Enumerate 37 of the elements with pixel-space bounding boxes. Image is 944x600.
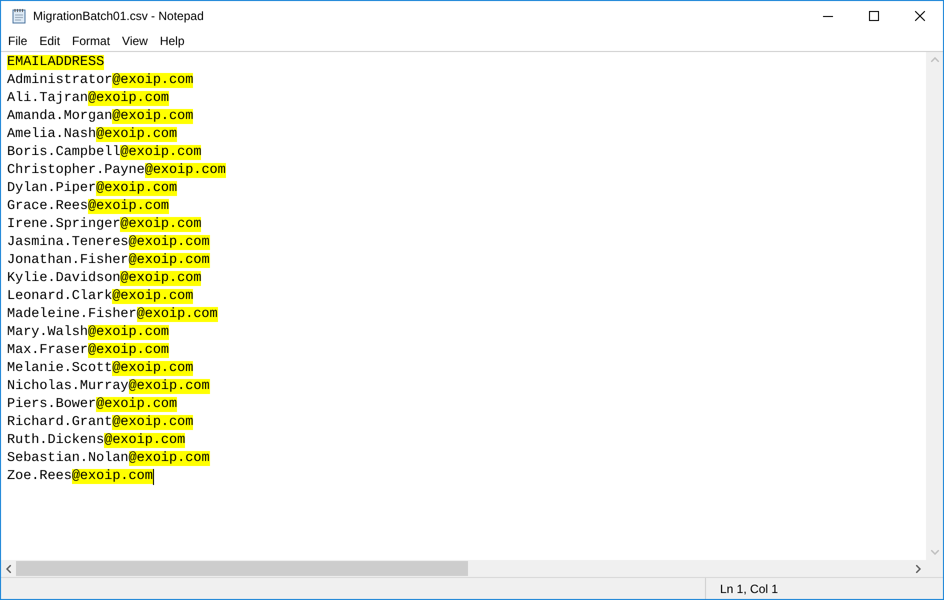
text-line: Melanie.Scott@exoip.com	[7, 360, 194, 378]
text-line: Piers.Bower@exoip.com	[7, 396, 178, 414]
text-line: Ali.Tajran@exoip.com	[7, 90, 170, 108]
text-line: Kylie.Davidson@exoip.com	[7, 270, 202, 288]
text-line: Amanda.Morgan@exoip.com	[7, 108, 194, 126]
close-icon	[915, 11, 925, 21]
scrollbar-thumb[interactable]	[16, 561, 468, 576]
text-line: Administrator@exoip.com	[7, 72, 194, 90]
window-title: MigrationBatch01.csv - Notepad	[33, 8, 204, 25]
scroll-left-icon[interactable]	[6, 564, 11, 572]
text-line: Mary.Walsh@exoip.com	[7, 324, 170, 342]
menu-item[interactable]: File	[2, 31, 34, 51]
scroll-down-icon[interactable]	[930, 550, 938, 555]
text-line: Dylan.Piper@exoip.com	[7, 180, 178, 198]
scroll-up-icon[interactable]	[930, 57, 938, 62]
text-cursor	[152, 469, 154, 485]
text-line: Grace.Rees@exoip.com	[7, 198, 170, 216]
vertical-scrollbar[interactable]	[926, 52, 943, 560]
scroll-right-icon[interactable]	[916, 564, 921, 572]
menu-item[interactable]: Format	[66, 31, 116, 51]
menu-item[interactable]: View	[116, 31, 154, 51]
text-line: Max.Fraser@exoip.com	[7, 342, 170, 360]
text-line: Zoe.Rees@exoip.com	[7, 468, 153, 486]
horizontal-scrollbar[interactable]	[1, 560, 926, 577]
text-line: Boris.Campbell@exoip.com	[7, 144, 202, 162]
cursor-position: Ln 1, Col 1	[720, 580, 778, 598]
text-line: Irene.Springer@exoip.com	[7, 216, 202, 234]
notepad-icon	[11, 8, 27, 24]
text-line: Ruth.Dickens@exoip.com	[7, 432, 186, 450]
menu-item[interactable]: Help	[154, 31, 191, 51]
text-line: Madeleine.Fisher@exoip.com	[7, 306, 218, 324]
text-line: Amelia.Nash@exoip.com	[7, 126, 178, 144]
menu-item[interactable]: Edit	[33, 31, 66, 51]
text-line: Richard.Grant@exoip.com	[7, 414, 194, 432]
maximize-icon	[869, 11, 879, 21]
text-line: Christopher.Payne@exoip.com	[7, 162, 226, 180]
text-line: Leonard.Clark@exoip.com	[7, 288, 194, 306]
